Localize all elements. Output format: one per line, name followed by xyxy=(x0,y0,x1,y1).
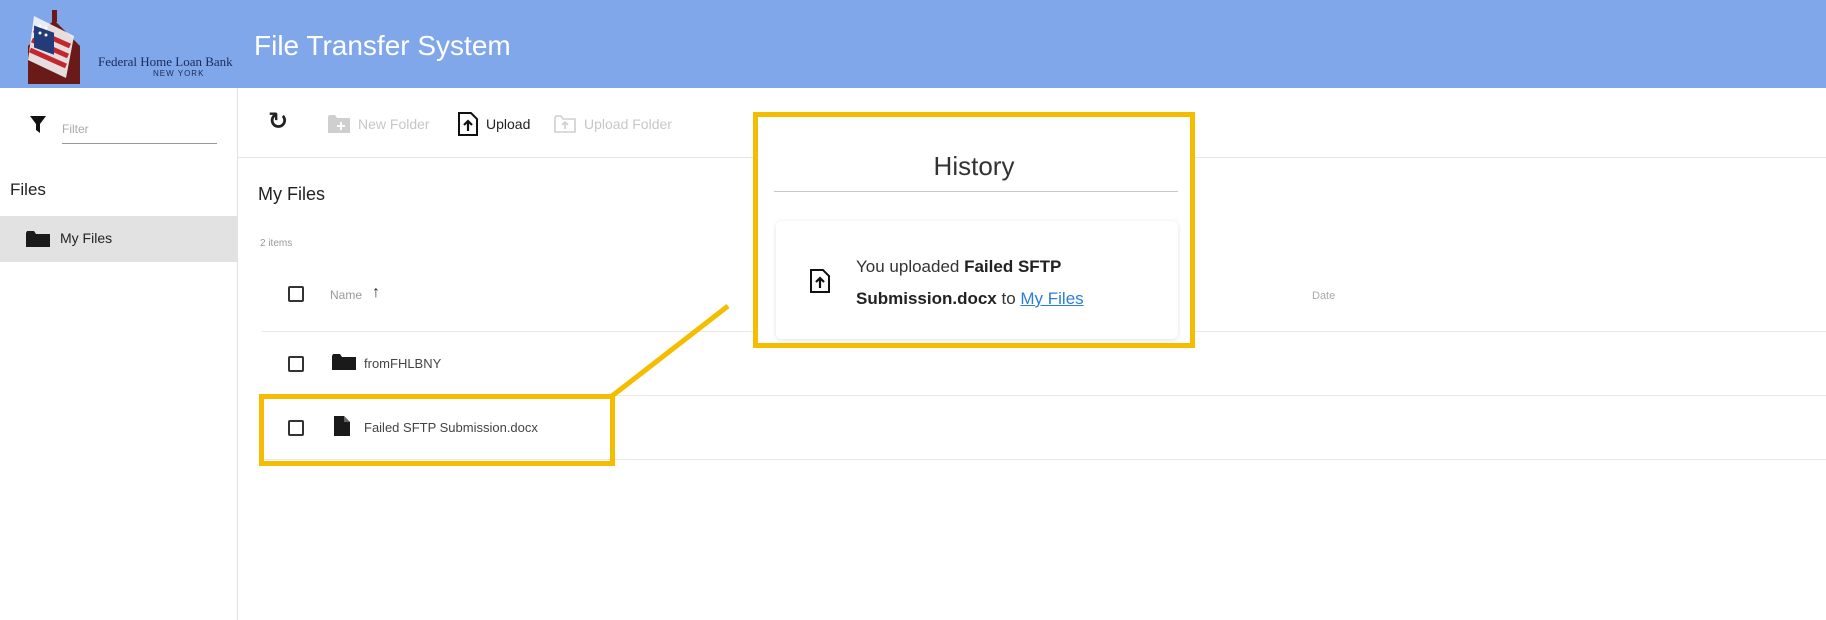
logo-subtext: NEW YORK xyxy=(153,69,205,78)
select-all-checkbox[interactable] xyxy=(288,286,304,302)
sidebar: Files My Files xyxy=(0,88,238,620)
history-destination-link[interactable]: My Files xyxy=(1020,289,1083,308)
upload-button[interactable]: Upload xyxy=(458,112,530,136)
file-icon xyxy=(334,416,350,436)
row-name[interactable]: fromFHLBNY xyxy=(364,356,441,371)
history-message-mid: to xyxy=(996,289,1021,308)
row-name[interactable]: Failed SFTP Submission.docx xyxy=(364,420,538,435)
history-panel: History You uploaded Failed SFTP Submiss… xyxy=(753,112,1195,348)
history-title: History xyxy=(933,151,1015,181)
history-message: You uploaded Failed SFTP Submission.docx… xyxy=(856,251,1166,315)
row-checkbox[interactable] xyxy=(288,420,304,436)
history-message-prefix: You uploaded xyxy=(856,257,965,276)
row-checkbox[interactable] xyxy=(288,356,304,372)
sort-ascending-icon[interactable]: ↑ xyxy=(372,284,380,302)
flag-house-logo-icon xyxy=(28,10,80,84)
divider xyxy=(774,191,1178,192)
new-folder-button[interactable]: New Folder xyxy=(328,112,430,136)
upload-file-icon xyxy=(458,112,478,136)
sidebar-item-my-files[interactable]: My Files xyxy=(0,216,237,262)
filter-input[interactable] xyxy=(62,114,217,144)
app-title: File Transfer System xyxy=(254,30,511,61)
folder-icon xyxy=(332,354,356,370)
upload-label: Upload xyxy=(486,116,531,132)
sidebar-item-label: My Files xyxy=(60,230,113,246)
page-title: My Files xyxy=(258,184,325,204)
files-heading: Files xyxy=(10,180,46,199)
upload-folder-button[interactable]: Upload Folder xyxy=(554,112,672,136)
refresh-icon[interactable]: ↻ xyxy=(268,110,288,134)
new-folder-label: New Folder xyxy=(358,116,430,132)
upload-file-icon xyxy=(810,269,830,293)
folder-icon xyxy=(26,231,50,247)
table-row[interactable]: Failed SFTP Submission.docx xyxy=(262,396,1826,460)
filter-row xyxy=(30,114,220,146)
logo-text: Federal Home Loan Bank xyxy=(98,54,233,69)
filter-icon xyxy=(30,116,46,133)
fhlbny-logo[interactable]: Federal Home Loan Bank NEW YORK xyxy=(8,6,240,86)
new-folder-icon xyxy=(328,115,350,133)
item-count: 2 items xyxy=(260,238,293,249)
app-header: Federal Home Loan Bank NEW YORK File Tra… xyxy=(0,0,1826,88)
column-header-name[interactable]: Name xyxy=(330,288,362,302)
upload-folder-label: Upload Folder xyxy=(584,116,672,132)
page: Federal Home Loan Bank NEW YORK File Tra… xyxy=(0,0,1826,620)
column-header-date[interactable]: Date xyxy=(1312,290,1335,302)
history-entry-card: You uploaded Failed SFTP Submission.docx… xyxy=(776,221,1178,339)
upload-folder-icon xyxy=(554,115,576,133)
